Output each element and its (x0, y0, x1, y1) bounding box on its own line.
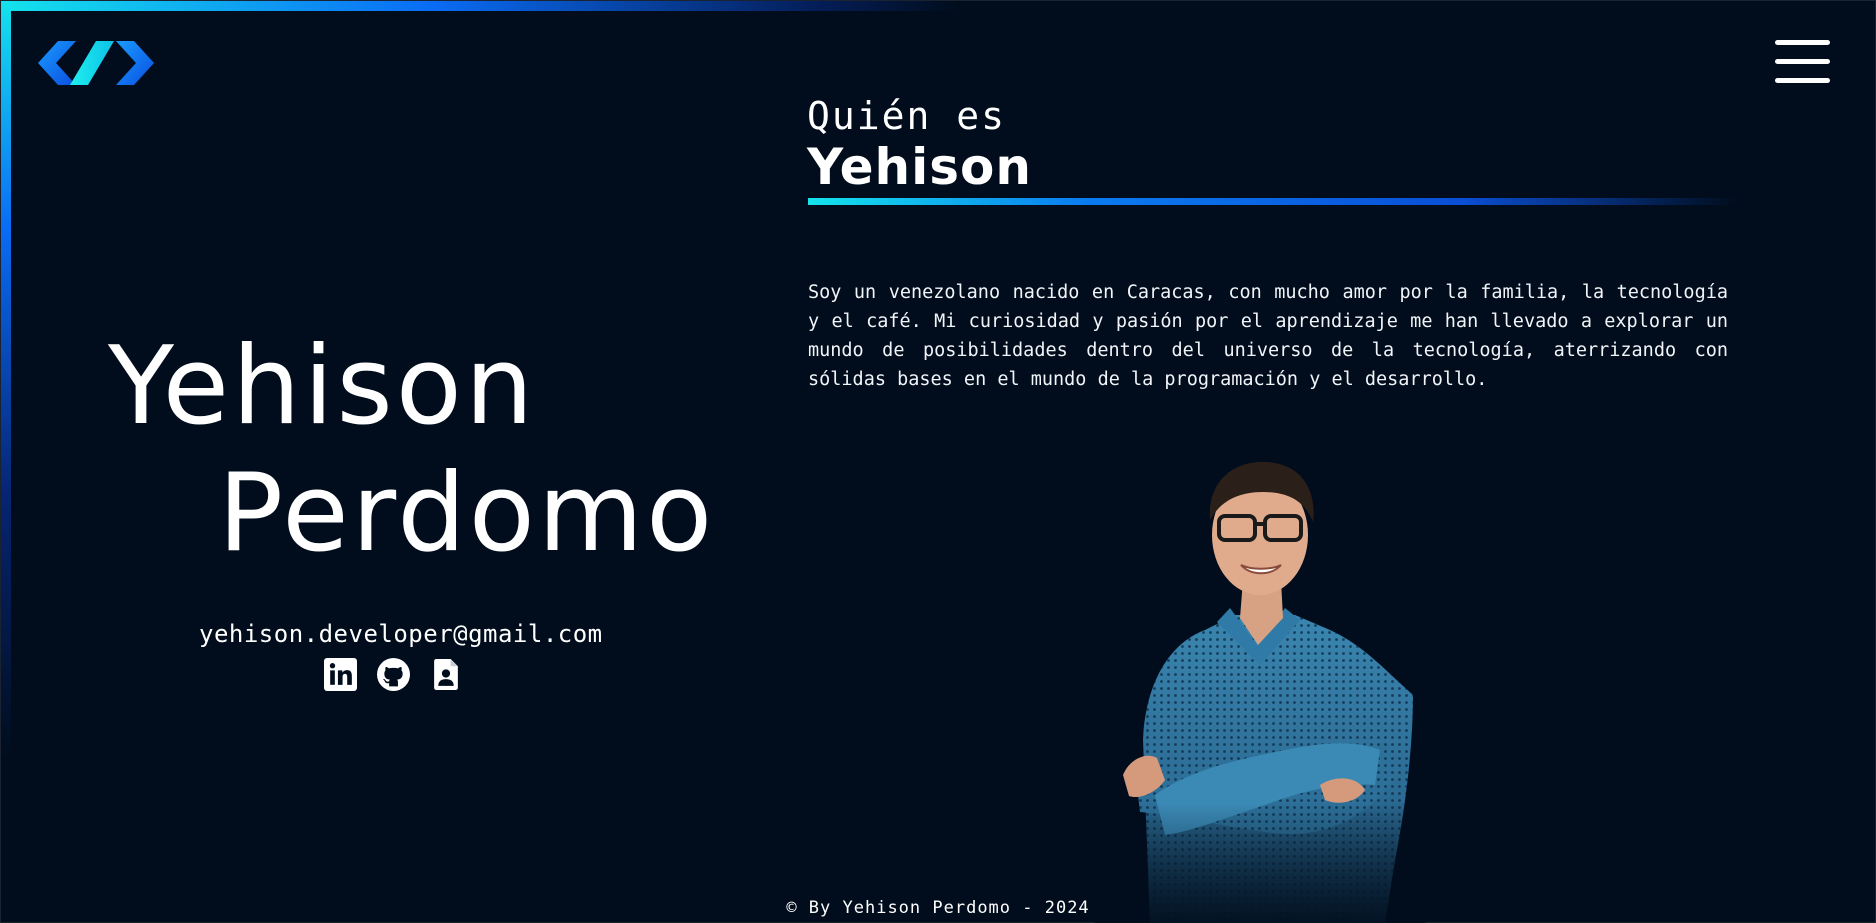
about-paragraph: Soy un venezolano nacido en Caracas, con… (808, 281, 1728, 390)
about-pre-title: Quién es (807, 94, 1007, 138)
linkedin-icon[interactable] (324, 658, 357, 691)
email-link[interactable]: yehison.developer@gmail.com (199, 620, 603, 648)
social-links (324, 658, 463, 691)
left-gradient-border (0, 0, 11, 760)
menu-bar (1775, 40, 1830, 45)
about-title-underline (808, 198, 1738, 205)
about-title: Yehison (807, 138, 1032, 196)
footer-copyright: © By Yehison Perdomo - 2024 (786, 898, 1090, 918)
hamburger-menu-icon[interactable] (1775, 38, 1830, 86)
hero-first-name: Yehison (108, 324, 537, 449)
resume-icon[interactable] (430, 658, 463, 691)
profile-photo (1095, 440, 1425, 923)
menu-bar (1775, 78, 1830, 83)
chevrons-code-logo[interactable] (36, 38, 156, 88)
github-icon[interactable] (377, 658, 410, 691)
top-gradient-border (0, 0, 960, 11)
hero-last-name: Perdomo (218, 451, 716, 576)
menu-bar (1775, 59, 1830, 64)
